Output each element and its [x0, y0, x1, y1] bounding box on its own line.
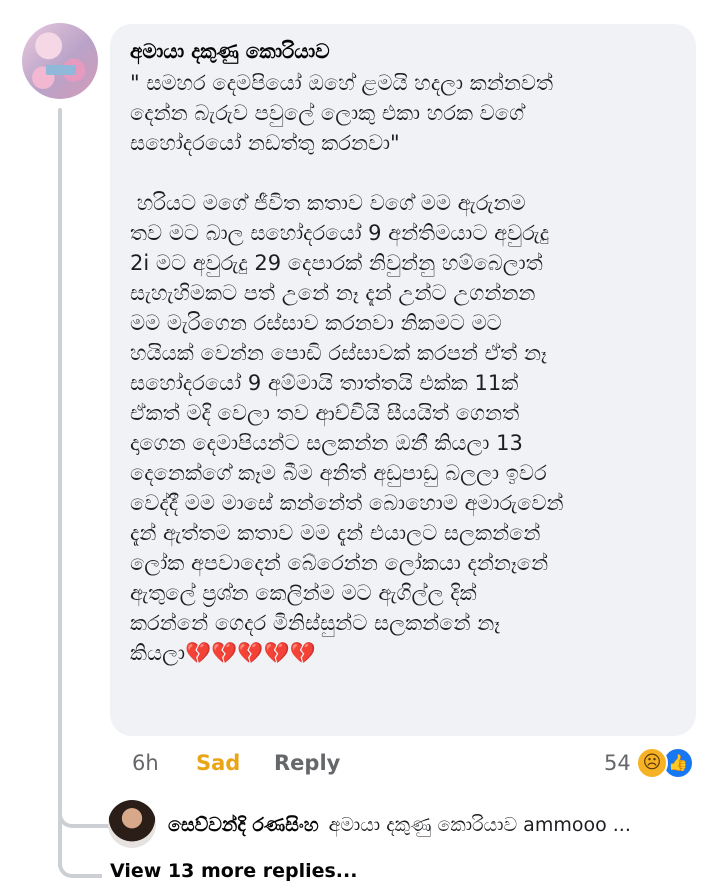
reaction-count[interactable]: 54: [604, 748, 631, 778]
reply-preview[interactable]: සෙව්වන්දි රණසිංහ අමායා දකුණු කොරියාව ammo…: [168, 812, 708, 838]
reply-text: අමායා දකුණු කොරියාව ammooo ...: [328, 814, 631, 836]
comment-timestamp[interactable]: 6h: [132, 748, 159, 778]
reaction-button[interactable]: Sad: [196, 748, 240, 778]
comment-author[interactable]: අමායා දකුණු කොරියාව: [130, 38, 674, 64]
sad-emoji-icon: ☹: [636, 747, 668, 779]
comment-body: " සමහර දෙමපියෝ ඔහේ ළමයි හදලා කන්නවත් දෙන…: [130, 68, 674, 668]
avatar[interactable]: [22, 23, 98, 99]
view-more-replies-link[interactable]: View 13 more replies...: [110, 858, 357, 884]
reaction-icons[interactable]: 👍 ☹: [636, 746, 700, 780]
thread-line: [58, 108, 62, 868]
avatar-image-detail: [46, 65, 76, 75]
comment-text: " සමහර දෙමපියෝ ඔහේ ළමයි හදලා කන්නවත් දෙන…: [130, 71, 564, 665]
reply-avatar[interactable]: [108, 800, 156, 848]
thread-branch-line: [58, 840, 102, 878]
reply-author: සෙව්වන්දි රණසිංහ: [168, 814, 319, 836]
reply-button[interactable]: Reply: [274, 748, 340, 778]
broken-heart-emojis: 💔💔💔💔💔: [185, 641, 316, 665]
thread-branch-line: [58, 800, 114, 828]
comment-bubble: අමායා දකුණු කොරියාව " සමහර දෙමපියෝ ඔහේ ළ…: [110, 24, 696, 736]
